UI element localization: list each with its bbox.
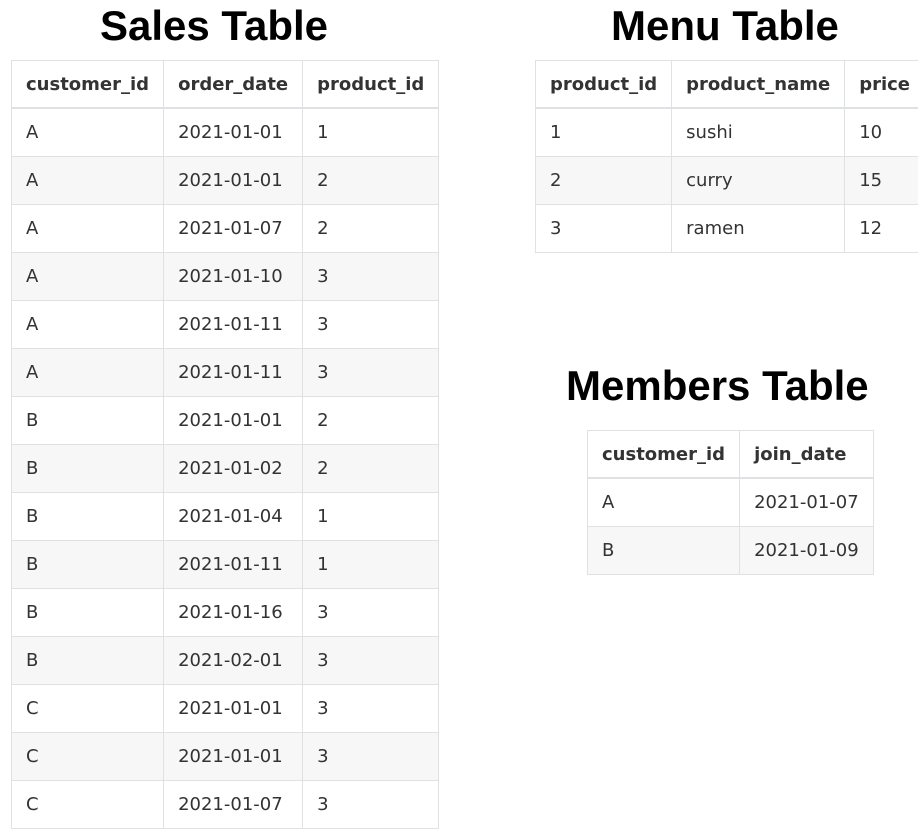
table-row: 3 ramen 12	[534, 204, 918, 253]
table-header-row: customer_id order_date product_id	[10, 60, 440, 109]
members-table-title: Members Table	[566, 362, 869, 409]
table-cell-customer-id: B	[10, 636, 165, 685]
table-cell-price: 12	[844, 204, 918, 253]
table-row: A 2021-01-10 3	[10, 252, 440, 301]
table-row: A 2021-01-11 3	[10, 348, 440, 397]
table-cell-order-date: 2021-01-01	[163, 396, 304, 445]
column-header-product-name: product_name	[671, 60, 846, 109]
table-cell-product-id: 3	[302, 780, 440, 829]
table-row: 2 curry 15	[534, 156, 918, 205]
table-cell-order-date: 2021-01-01	[163, 732, 304, 781]
table-cell-customer-id: B	[10, 492, 165, 541]
column-header-order-date: order_date	[163, 60, 304, 109]
table-cell-product-id: 1	[302, 107, 440, 157]
table-cell-join-date: 2021-01-09	[739, 526, 874, 575]
table-row: B 2021-01-16 3	[10, 588, 440, 637]
table-cell-order-date: 2021-01-01	[163, 684, 304, 733]
table-row: C 2021-01-07 3	[10, 780, 440, 829]
table-cell-customer-id: A	[10, 107, 165, 157]
table-cell-product-id: 3	[534, 204, 673, 253]
table-cell-order-date: 2021-01-16	[163, 588, 304, 637]
table-cell-customer-id: B	[10, 444, 165, 493]
column-header-customer-id: customer_id	[586, 430, 741, 479]
table-cell-customer-id: A	[10, 348, 165, 397]
table-cell-product-name: ramen	[671, 204, 846, 253]
table-cell-order-date: 2021-02-01	[163, 636, 304, 685]
table-header-row: product_id product_name price	[534, 60, 918, 109]
menu-table-title: Menu Table	[611, 2, 839, 49]
table-cell-order-date: 2021-01-11	[163, 348, 304, 397]
table-row: A 2021-01-11 3	[10, 300, 440, 349]
table-cell-product-id: 3	[302, 300, 440, 349]
table-cell-order-date: 2021-01-01	[163, 107, 304, 157]
table-cell-product-id: 3	[302, 732, 440, 781]
column-header-product-id: product_id	[534, 60, 673, 109]
table-cell-product-id: 3	[302, 684, 440, 733]
table-cell-product-name: sushi	[671, 107, 846, 157]
table-cell-customer-id: C	[10, 780, 165, 829]
column-header-customer-id: customer_id	[10, 60, 165, 109]
table-row: B 2021-02-01 3	[10, 636, 440, 685]
table-row: B 2021-01-04 1	[10, 492, 440, 541]
table-cell-price: 15	[844, 156, 918, 205]
table-cell-order-date: 2021-01-10	[163, 252, 304, 301]
table-cell-product-id: 1	[302, 492, 440, 541]
table-cell-customer-id: A	[10, 204, 165, 253]
table-row: B 2021-01-11 1	[10, 540, 440, 589]
table-row: 1 sushi 10	[534, 107, 918, 157]
table-row: A 2021-01-07 2	[10, 204, 440, 253]
sales-table: customer_id order_date product_id A 2021-01…	[10, 60, 440, 829]
table-header-row: customer_id join_date	[586, 430, 874, 479]
table-cell-product-id: 2	[302, 444, 440, 493]
table-cell-customer-id: C	[10, 732, 165, 781]
column-header-price: price	[844, 60, 918, 109]
table-row: A 2021-01-07	[586, 477, 874, 527]
table-row: B 2021-01-09	[586, 526, 874, 575]
table-cell-product-id: 2	[302, 204, 440, 253]
table-cell-product-name: curry	[671, 156, 846, 205]
table-cell-product-id: 3	[302, 348, 440, 397]
table-cell-product-id: 2	[302, 396, 440, 445]
table-cell-order-date: 2021-01-01	[163, 156, 304, 205]
table-row: B 2021-01-02 2	[10, 444, 440, 493]
members-table: customer_id join_date A 2021-01-07 B 2021-01…	[586, 430, 874, 575]
table-cell-product-id: 2	[534, 156, 673, 205]
table-cell-customer-id: B	[10, 540, 165, 589]
table-cell-customer-id: B	[10, 588, 165, 637]
table-cell-price: 10	[844, 107, 918, 157]
table-cell-customer-id: C	[10, 684, 165, 733]
column-header-product-id: product_id	[302, 60, 440, 109]
table-cell-order-date: 2021-01-11	[163, 540, 304, 589]
table-cell-order-date: 2021-01-04	[163, 492, 304, 541]
table-cell-customer-id: A	[10, 156, 165, 205]
sales-table-title: Sales Table	[100, 2, 329, 49]
table-cell-customer-id: A	[10, 300, 165, 349]
table-cell-product-id: 1	[302, 540, 440, 589]
table-row: C 2021-01-01 3	[10, 732, 440, 781]
table-row: C 2021-01-01 3	[10, 684, 440, 733]
table-cell-product-id: 1	[534, 107, 673, 157]
table-row: B 2021-01-01 2	[10, 396, 440, 445]
table-cell-product-id: 2	[302, 156, 440, 205]
table-cell-customer-id: A	[586, 477, 741, 527]
table-cell-order-date: 2021-01-02	[163, 444, 304, 493]
table-cell-product-id: 3	[302, 636, 440, 685]
table-cell-join-date: 2021-01-07	[739, 477, 874, 527]
table-cell-order-date: 2021-01-07	[163, 780, 304, 829]
menu-table: product_id product_name price 1 sushi 10 2 cur…	[534, 60, 918, 253]
table-cell-customer-id: B	[586, 526, 741, 575]
table-row: A 2021-01-01 2	[10, 156, 440, 205]
table-cell-product-id: 3	[302, 588, 440, 637]
table-cell-customer-id: A	[10, 252, 165, 301]
column-header-join-date: join_date	[739, 430, 874, 479]
table-cell-order-date: 2021-01-07	[163, 204, 304, 253]
table-cell-product-id: 3	[302, 252, 440, 301]
table-cell-order-date: 2021-01-11	[163, 300, 304, 349]
table-cell-customer-id: B	[10, 396, 165, 445]
table-row: A 2021-01-01 1	[10, 107, 440, 157]
